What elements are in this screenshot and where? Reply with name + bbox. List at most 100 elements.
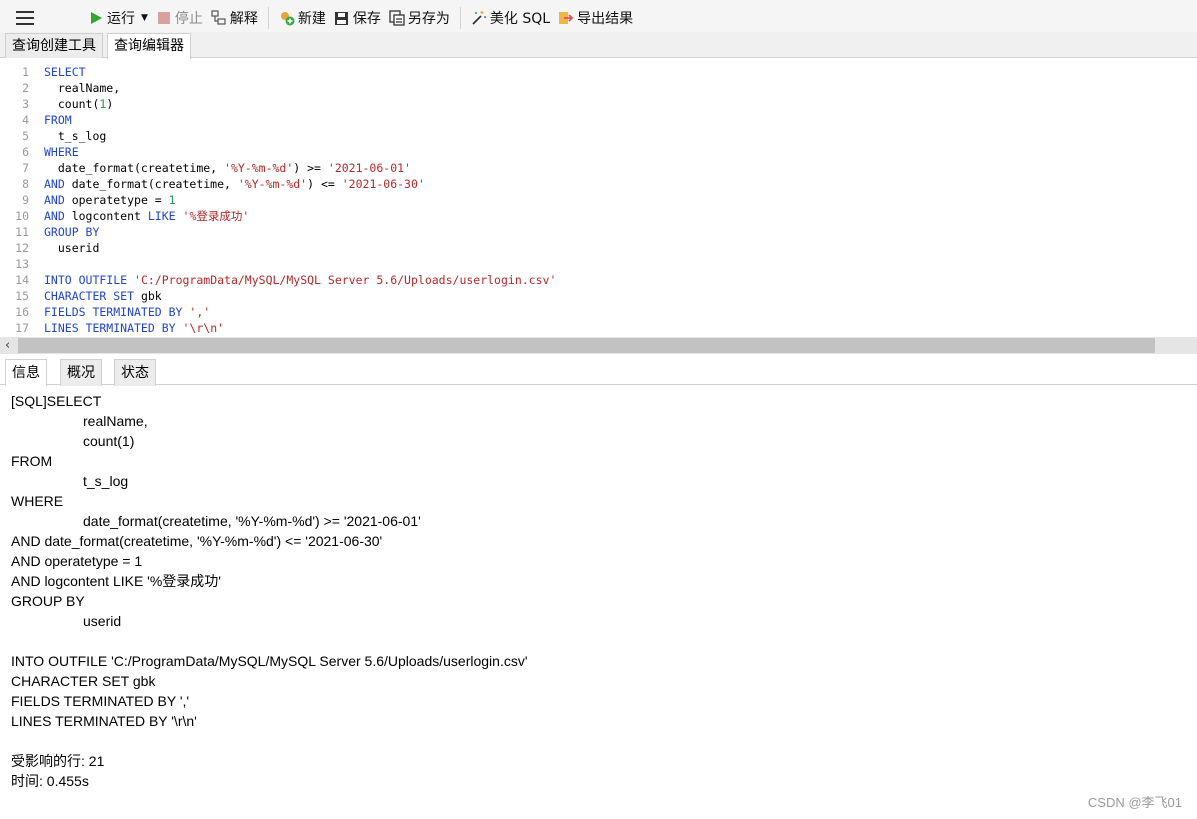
line-number: 7	[22, 161, 29, 175]
tab-overview[interactable]: 概况	[60, 359, 102, 386]
stop-label: 停止	[174, 11, 203, 27]
code-token: '2021-06-01'	[327, 161, 411, 175]
code-token: '2021-06-30'	[341, 177, 425, 191]
output-line: AND date_format(createtime, '%Y-%m-%d') …	[11, 533, 383, 549]
export-result-label: 导出结果	[577, 11, 634, 27]
scroll-left-icon[interactable]: ‹	[5, 337, 10, 354]
line-number: 11	[15, 225, 29, 239]
code-token: AND	[44, 209, 65, 223]
code-token: '%Y-%m-%d'	[237, 177, 308, 191]
export-icon	[558, 10, 574, 26]
code-token: realName,	[44, 81, 121, 95]
line-number: 12	[15, 241, 29, 255]
code-text: GROUP BY	[44, 224, 99, 240]
output-line: AND operatetype = 1	[11, 553, 143, 569]
code-text: SELECT	[44, 64, 86, 80]
output-line: AND logcontent LIKE '%登录成功'	[11, 573, 221, 589]
output-line: realName,	[83, 413, 148, 429]
line-number: 8	[22, 177, 29, 191]
scrollbar-thumb[interactable]	[18, 338, 1155, 353]
code-token: ','	[189, 305, 211, 319]
code-token: LINES TERMINATED BY	[44, 321, 176, 335]
tab-query-builder[interactable]: 查询创建工具	[5, 33, 103, 58]
line-number: 3	[22, 97, 29, 111]
output-line: userid	[83, 613, 122, 629]
line-number: 4	[22, 113, 29, 127]
play-icon	[88, 10, 104, 26]
code-token: AND	[44, 193, 65, 207]
explain-button[interactable]: 解释	[207, 3, 262, 33]
output-line: 时间: 0.455s	[11, 773, 89, 789]
code-text: AND operatetype = 1	[44, 192, 176, 208]
save-label: 保存	[352, 11, 381, 27]
code-token: )	[106, 97, 114, 111]
code-token: '%Y-%m-%d'	[224, 161, 294, 175]
code-token: '%登录成功'	[182, 209, 250, 223]
code-token: AND	[44, 177, 65, 191]
output-line: count(1)	[83, 433, 135, 449]
export-result-button[interactable]: 导出结果	[554, 3, 637, 33]
code-token: INTO OUTFILE	[44, 273, 128, 287]
code-token: LIKE	[147, 209, 176, 223]
code-token: gbk	[134, 289, 162, 303]
stop-button[interactable]: 停止	[152, 3, 207, 33]
toolbar-divider	[459, 7, 461, 29]
code-text: AND date_format(createtime, '%Y-%m-%d') …	[44, 176, 425, 192]
tab-query-editor[interactable]: 查询编辑器	[107, 33, 191, 59]
code-text: t_s_log	[44, 128, 106, 144]
save-as-label: 另存为	[407, 11, 450, 27]
output-line: FROM	[11, 453, 53, 469]
save-button[interactable]: 保存	[330, 3, 385, 33]
magic-wand-icon	[471, 10, 487, 26]
menu-icon[interactable]	[16, 11, 34, 25]
code-text: count(1)	[44, 96, 113, 112]
code-text: INTO OUTFILE 'C:/ProgramData/MySQL/MySQL…	[44, 272, 556, 288]
editor-tabs: 查询创建工具 查询编辑器	[0, 32, 1197, 59]
code-text: userid	[44, 240, 100, 256]
new-icon	[279, 10, 295, 26]
new-label: 新建	[297, 11, 326, 27]
tab-status[interactable]: 状态	[114, 359, 156, 386]
output-line: INTO OUTFILE 'C:/ProgramData/MySQL/MySQL…	[11, 653, 528, 669]
watermark: CSDN @李飞01	[1087, 795, 1182, 810]
explain-icon	[211, 10, 227, 26]
line-number: 2	[22, 81, 29, 95]
tabs-divider	[0, 384, 1197, 385]
output-line: 受影响的行: 21	[11, 753, 105, 769]
tab-info[interactable]: 信息	[5, 359, 47, 387]
line-number: 13	[15, 257, 29, 271]
new-button[interactable]: 新建	[275, 3, 330, 33]
code-token: 1	[168, 193, 176, 207]
code-text: FIELDS TERMINATED BY ','	[44, 304, 210, 320]
horizontal-scrollbar[interactable]: ‹	[0, 337, 1197, 354]
code-token: userid	[44, 241, 100, 255]
output-line: date_format(createtime, '%Y-%m-%d') >= '…	[83, 513, 421, 529]
code-token: 'C:/ProgramData/MySQL/MySQL Server 5.6/U…	[134, 273, 557, 287]
run-button[interactable]: 运行 ▼	[84, 3, 152, 33]
code-token: date_format(createtime,	[64, 177, 238, 191]
beautify-sql-button[interactable]: 美化 SQL	[467, 3, 554, 33]
line-number: 1	[22, 65, 29, 79]
save-as-icon	[389, 10, 405, 26]
beautify-sql-label: 美化 SQL	[489, 11, 551, 27]
save-icon	[334, 10, 350, 26]
dropdown-arrow-icon[interactable]: ▼	[141, 13, 148, 23]
code-text: date_format(createtime, '%Y-%m-%d') >= '…	[44, 160, 411, 176]
line-number: 5	[22, 129, 29, 143]
output-line: t_s_log	[83, 473, 129, 489]
result-tabs: 信息 概况 状态	[0, 357, 1197, 387]
save-as-button[interactable]: 另存为	[385, 3, 454, 33]
code-text: WHERE	[44, 144, 79, 160]
code-text: LINES TERMINATED BY '\r\n'	[44, 320, 224, 336]
output-line: [SQL]SELECT	[11, 393, 102, 409]
code-text: AND logcontent LIKE '%登录成功'	[44, 208, 249, 224]
code-token: count(	[44, 97, 100, 111]
code-token: FROM	[44, 113, 72, 127]
sql-editor[interactable]: 1 SELECT 2 realName, 3 count(1) 4 FROM 5 t_s_l…	[0, 59, 1197, 337]
output-line: FIELDS TERMINATED BY ','	[11, 693, 190, 709]
line-number: 17	[15, 321, 29, 335]
code-token: ) <=	[307, 177, 342, 191]
output-line: WHERE	[11, 493, 64, 509]
